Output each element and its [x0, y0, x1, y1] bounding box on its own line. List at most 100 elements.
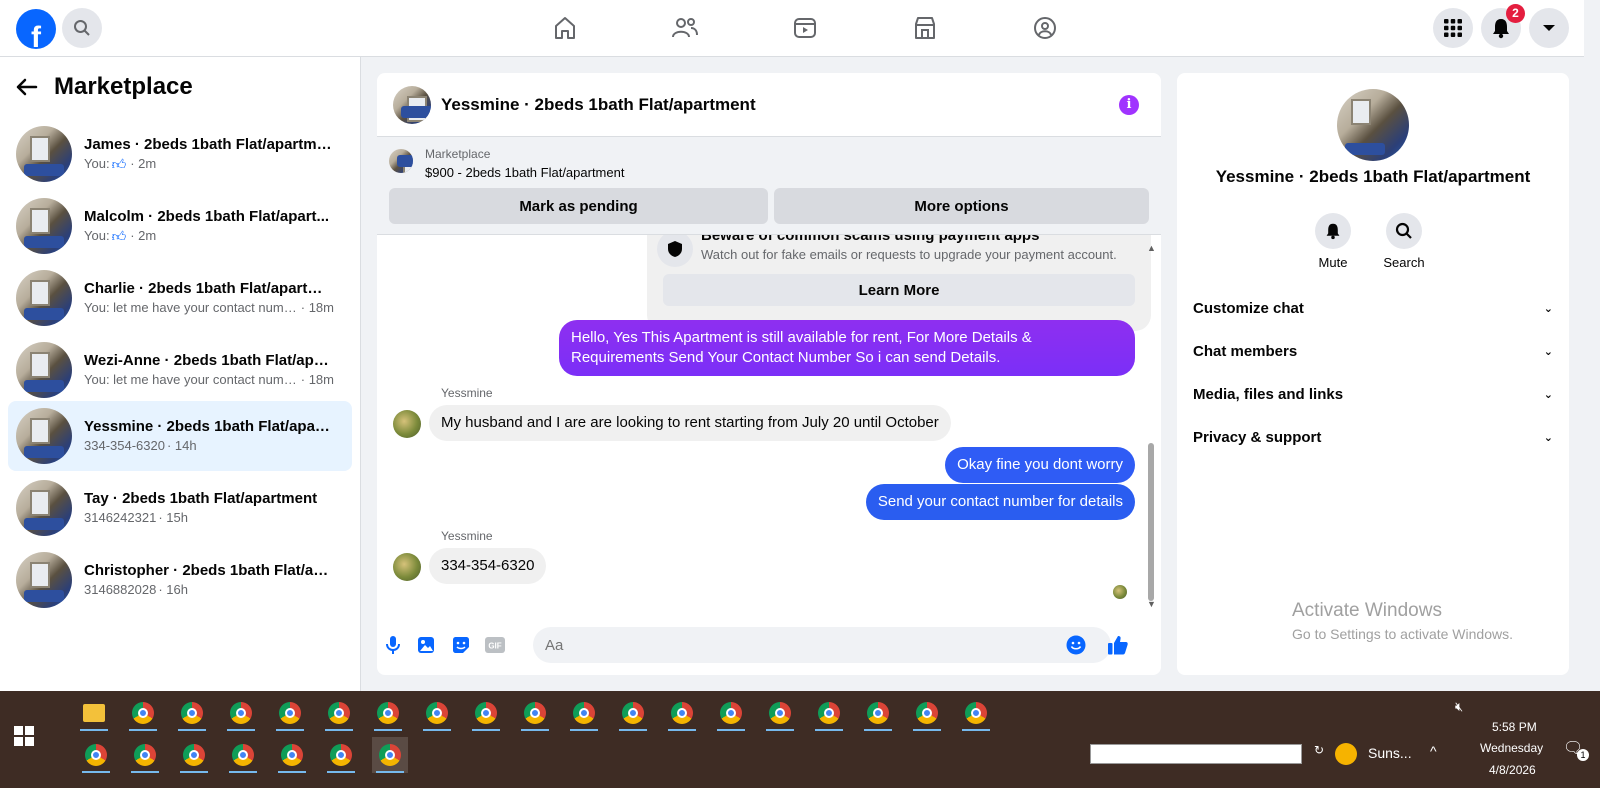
listing-price[interactable]: $900 - 2beds 1bath Flat/apartment [425, 165, 624, 180]
chrome-icon[interactable] [272, 695, 308, 731]
tab-groups[interactable] [985, 0, 1105, 56]
chrome-icon[interactable] [517, 695, 553, 731]
chrome-icon[interactable] [811, 695, 847, 731]
back-arrow-icon[interactable] [16, 78, 38, 96]
conversation-item[interactable]: Christopher · 2beds 1bath Flat/apa... 314… [8, 545, 352, 615]
conversation-item[interactable]: Malcolm · 2beds 1bath Flat/apart... You: 👍… [8, 191, 352, 261]
conversation-item[interactable]: Wezi-Anne · 2beds 1bath Flat/apar... You:… [8, 335, 352, 405]
section-privacy-support[interactable]: Privacy & support ⌄ [1193, 416, 1553, 459]
like-icon: 👍︎ [111, 228, 127, 244]
conversation-item[interactable]: Tay · 2beds 1bath Flat/apartment 31462423… [8, 473, 352, 543]
notification-center-count: 1 [1577, 749, 1589, 761]
preview-prefix: You: [84, 228, 110, 243]
message-out[interactable]: Hello, Yes This Apartment is still avail… [559, 320, 1135, 376]
mute-button[interactable]: Mute [1298, 213, 1368, 270]
chrome-icon[interactable] [323, 737, 359, 773]
notifications-button[interactable]: 2 [1481, 4, 1525, 48]
learn-more-button[interactable]: Learn More [663, 274, 1135, 306]
message-composer: GIF [377, 615, 1161, 675]
section-label: Customize chat [1193, 300, 1304, 317]
section-chat-members[interactable]: Chat members ⌄ [1193, 330, 1553, 373]
listing-thumbnail[interactable] [389, 149, 413, 173]
weather-sun-icon[interactable] [1335, 743, 1357, 765]
clock-day[interactable]: Wednesday [1480, 741, 1543, 755]
chat-title[interactable]: Yessmine · 2beds 1bath Flat/apartment [441, 95, 756, 115]
chrome-icon[interactable] [468, 695, 504, 731]
preview-text: 3146242321 [84, 510, 157, 525]
nav-tabs [505, 0, 1105, 56]
emoji-icon[interactable] [1066, 635, 1086, 655]
message-scrollbar[interactable]: ▲ ▼ [1147, 243, 1156, 609]
mark-pending-button[interactable]: Mark as pending [389, 188, 768, 224]
chevron-up-icon[interactable]: ^ [1430, 743, 1437, 759]
chrome-icon[interactable] [125, 695, 161, 731]
tab-video[interactable] [745, 0, 865, 56]
tab-marketplace[interactable] [865, 0, 985, 56]
chrome-icon[interactable] [566, 695, 602, 731]
chat-avatar[interactable] [393, 85, 431, 124]
chrome-icon[interactable] [274, 737, 310, 773]
scroll-down-icon[interactable]: ▼ [1147, 599, 1156, 609]
chrome-icon[interactable] [321, 695, 357, 731]
tab-friends[interactable] [625, 0, 745, 56]
account-button[interactable] [1529, 8, 1569, 48]
file-explorer-icon[interactable] [76, 695, 112, 731]
chrome-icon[interactable] [372, 737, 408, 773]
message-in[interactable]: 334-354-6320 [429, 548, 547, 584]
facebook-logo[interactable]: f [16, 9, 56, 49]
clock-date[interactable]: 4/8/2026 [1489, 763, 1536, 777]
scroll-up-icon[interactable]: ▲ [1147, 243, 1156, 253]
chrome-icon[interactable] [958, 695, 994, 731]
windows-start-icon[interactable] [14, 726, 34, 746]
conversation-item[interactable]: James · 2beds 1bath Flat/apartment You: 👍︎… [8, 119, 352, 189]
conversation-name: James · 2beds 1bath Flat/apartment [84, 136, 334, 153]
chrome-icon[interactable] [860, 695, 896, 731]
info-icon[interactable]: i [1119, 95, 1139, 115]
like-icon[interactable] [1106, 633, 1130, 657]
menu-button[interactable] [1433, 8, 1473, 48]
gif-icon[interactable]: GIF [485, 635, 505, 655]
chrome-icon[interactable] [713, 695, 749, 731]
marketplace-icon [915, 17, 935, 39]
sticker-icon[interactable] [451, 635, 471, 655]
chrome-icon[interactable] [223, 695, 259, 731]
weather-text[interactable]: Suns... [1368, 745, 1412, 761]
seen-avatar [1113, 585, 1127, 599]
sender-avatar[interactable] [393, 553, 421, 581]
taskbar-address-box[interactable] [1090, 744, 1302, 764]
chrome-icon[interactable] [176, 737, 212, 773]
section-customize-chat[interactable]: Customize chat ⌄ [1193, 287, 1553, 330]
message-in[interactable]: My husband and I are are looking to rent… [429, 405, 951, 441]
clock-time[interactable]: 5:58 PM [1492, 720, 1537, 734]
search-button[interactable] [62, 8, 102, 48]
message-out[interactable]: Okay fine you dont worry [945, 447, 1135, 483]
sender-avatar[interactable] [393, 410, 421, 438]
chrome-icon[interactable] [909, 695, 945, 731]
chrome-icon[interactable] [127, 737, 163, 773]
more-options-button[interactable]: More options [774, 188, 1149, 224]
conversation-item[interactable]: Charlie · 2beds 1bath Flat/apartment You:… [8, 263, 352, 333]
scroll-thumb[interactable] [1148, 443, 1154, 601]
photo-icon[interactable] [416, 635, 436, 655]
details-avatar[interactable] [1337, 89, 1409, 161]
mute-label: Mute [1318, 255, 1348, 270]
refresh-icon[interactable]: ↻ [1314, 743, 1324, 757]
chrome-icon[interactable] [174, 695, 210, 731]
message-out[interactable]: Send your contact number for details [865, 484, 1135, 520]
speaker-muted-icon[interactable]: 🔇︎ [1455, 699, 1463, 715]
chrome-icon[interactable] [615, 695, 651, 731]
microphone-icon[interactable] [383, 635, 403, 655]
section-media-files[interactable]: Media, files and links ⌄ [1193, 373, 1553, 416]
conversation-item[interactable]: Yessmine · 2beds 1bath Flat/apart... 334-… [8, 401, 352, 471]
chrome-icon[interactable] [225, 737, 261, 773]
search-chat-button[interactable]: Search [1369, 213, 1439, 270]
tab-home[interactable] [505, 0, 625, 56]
shield-icon [657, 235, 693, 267]
chrome-icon[interactable] [762, 695, 798, 731]
chrome-icon[interactable] [664, 695, 700, 731]
chrome-icon[interactable] [419, 695, 455, 731]
message-input[interactable] [533, 627, 1111, 663]
chrome-icon[interactable] [78, 737, 114, 773]
page-scrollbar[interactable] [1584, 0, 1600, 691]
chrome-icon[interactable] [370, 695, 406, 731]
